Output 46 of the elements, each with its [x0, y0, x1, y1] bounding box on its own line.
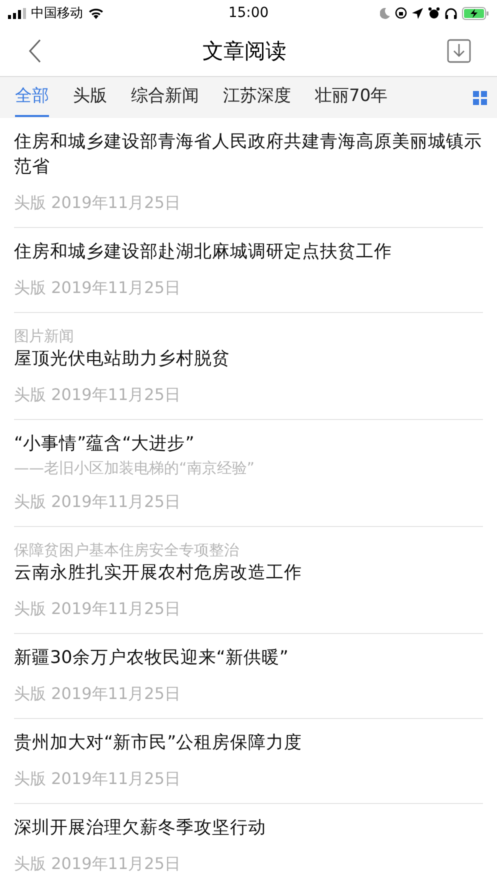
article-title: 新疆30余万户农牧民迎来“新供暖”: [14, 647, 290, 670]
carrier-name: 中国移动: [31, 5, 83, 22]
article-meta: 头版 2019年11月25日: [14, 768, 182, 790]
article-item[interactable]: 深圳开展治理欠薪冬季攻坚行动 头版 2019年11月25日: [14, 804, 483, 883]
article-item[interactable]: 保障贫困户基本住房安全专项整治 云南永胜扎实开展农村危房改造工作 头版 2019年11月25日: [14, 527, 483, 634]
category-tab[interactable]: 壮丽70年: [315, 78, 388, 117]
article-item[interactable]: 新疆30余万户农牧民迎来“新供暖” 头版 2019年11月25日: [14, 634, 483, 719]
article-subtitle: ——老旧小区加装电梯的“南京经验”: [14, 458, 256, 479]
article-title: “小事情”蕴含“大进步”: [14, 433, 196, 456]
article-item[interactable]: 住房和城乡建设部赴湖北麻城调研定点扶贫工作 头版 2019年11月25日: [14, 228, 483, 313]
category-tab[interactable]: 江苏深度: [223, 78, 291, 117]
article-meta: 头版 2019年11月25日: [14, 683, 182, 705]
article-title: 深圳开展治理欠薪冬季攻坚行动: [14, 817, 267, 840]
article-item[interactable]: 住房和城乡建设部青海省人民政府共建青海高原美丽城镇示范省 头版 2019年11月25日: [14, 118, 483, 228]
article-meta: 头版 2019年11月25日: [14, 277, 182, 299]
location-icon: [412, 8, 423, 18]
rotation-lock-icon: [395, 7, 407, 19]
headphones-icon: [445, 8, 457, 18]
article-meta: 头版 2019年11月25日: [14, 853, 182, 875]
category-tab[interactable]: 头版: [73, 78, 107, 117]
article-meta: 头版 2019年11月25日: [14, 192, 182, 214]
article-kicker: 保障贫困户基本住房安全专项整治: [14, 540, 240, 561]
article-title: 屋顶光伏电站助力乡村脱贫: [14, 348, 231, 371]
article-title: 住房和城乡建设部赴湖北麻城调研定点扶贫工作: [14, 241, 393, 264]
alarm-icon: [428, 7, 440, 19]
page-title: 文章阅读: [202, 38, 286, 65]
article-meta: 头版 2019年11月25日: [14, 598, 182, 620]
article-item[interactable]: “小事情”蕴含“大进步” ——老旧小区加装电梯的“南京经验” 头版 2019年11月25日: [14, 420, 483, 527]
category-tab[interactable]: 全部: [15, 78, 49, 117]
clock-time: 15:00: [228, 5, 269, 21]
article-item[interactable]: 贵州加大对“新市民”公租房保障力度 头版 2019年11月25日: [14, 719, 483, 804]
category-tab[interactable]: 综合新闻: [131, 78, 199, 117]
back-icon[interactable]: [28, 39, 42, 63]
moon-icon: [380, 8, 390, 18]
grid-menu-icon[interactable]: [473, 90, 487, 104]
wifi-icon: [88, 7, 104, 19]
article-kicker: 图片新闻: [14, 326, 75, 347]
article-meta: 头版 2019年11月25日: [14, 491, 182, 513]
article-meta: 头版 2019年11月25日: [14, 384, 182, 406]
article-title: 住房和城乡建设部青海省人民政府共建青海高原美丽城镇示范省: [14, 131, 483, 179]
article-title: 云南永胜扎实开展农村危房改造工作: [14, 562, 303, 585]
article-item[interactable]: 图片新闻 屋顶光伏电站助力乡村脱贫 头版 2019年11月25日: [14, 313, 483, 420]
article-title: 贵州加大对“新市民”公租房保障力度: [14, 732, 304, 755]
battery-charging-icon: [462, 6, 489, 20]
download-icon[interactable]: [447, 39, 471, 63]
signal-icon: [8, 8, 26, 18]
